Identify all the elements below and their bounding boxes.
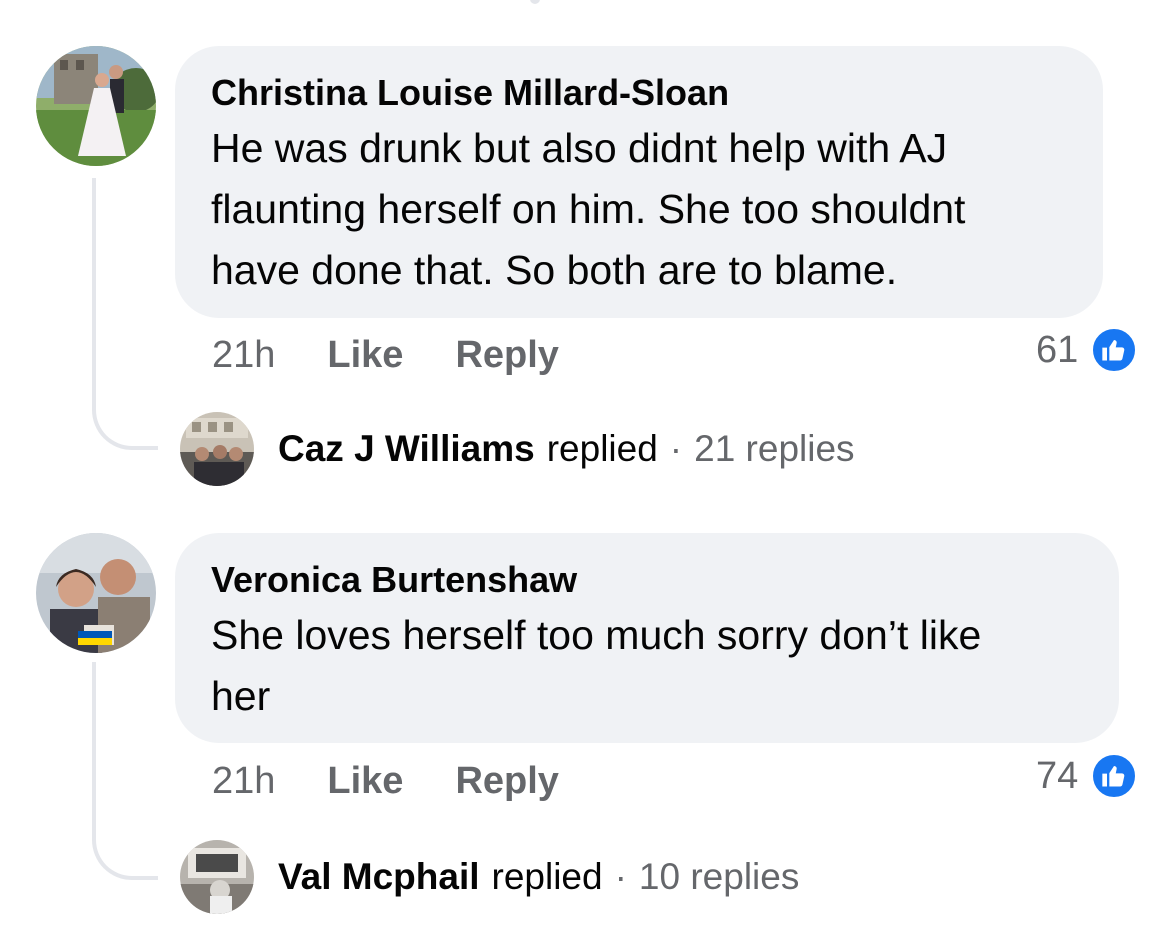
view-replies-link[interactable]: Caz J Williams replied · 21 replies: [278, 428, 855, 470]
avatar[interactable]: [36, 46, 156, 166]
avatar[interactable]: [180, 412, 254, 486]
comment-author[interactable]: Christina Louise Millard-Sloan: [211, 72, 1067, 114]
comment-text: He was drunk but also didnt help with AJ…: [211, 118, 1067, 301]
thread-line: [92, 178, 158, 450]
avatar[interactable]: [36, 533, 156, 653]
separator-dot: ·: [614, 856, 627, 897]
comment-text-line: She loves herself too much sorry don’t l…: [211, 612, 982, 658]
avatar[interactable]: [180, 840, 254, 914]
reply-author: Caz J Williams: [278, 428, 535, 469]
reaction-summary[interactable]: 61: [1036, 326, 1139, 374]
like-icon: [1090, 752, 1139, 800]
comment-text-line: flaunting herself on him. She too should…: [211, 186, 966, 232]
reply-count: 10 replies: [638, 856, 800, 897]
reply-action-text: replied: [546, 428, 658, 469]
thread-connector-dot: [530, 0, 540, 4]
view-replies-link[interactable]: Val Mcphail replied · 10 replies: [278, 856, 799, 898]
reaction-summary[interactable]: 74: [1036, 752, 1139, 800]
reply-action-text: replied: [491, 856, 603, 897]
like-button[interactable]: Like: [327, 760, 403, 803]
comment-actions: 21h Like Reply: [212, 334, 611, 377]
comment-author[interactable]: Veronica Burtenshaw: [211, 559, 1083, 601]
thread-line: [92, 662, 158, 880]
reaction-count: 74: [1036, 754, 1079, 797]
comment-text-line: He was drunk but also didnt help with AJ: [211, 125, 948, 171]
like-icon: [1090, 326, 1139, 374]
comment-timestamp[interactable]: 21h: [212, 334, 275, 377]
reply-count: 21 replies: [694, 428, 855, 469]
reply-button[interactable]: Reply: [455, 334, 558, 377]
reply-button[interactable]: Reply: [455, 760, 558, 803]
reply-author: Val Mcphail: [278, 856, 480, 897]
reaction-count: 61: [1036, 328, 1079, 371]
comment-actions: 21h Like Reply: [212, 760, 611, 803]
comment-text: She loves herself too much sorry don’t l…: [211, 605, 1083, 727]
comment-timestamp[interactable]: 21h: [212, 760, 275, 803]
separator-dot: ·: [669, 428, 683, 469]
comment-text-line: have done that. So both are to blame.: [211, 247, 898, 293]
comment-text-line: her: [211, 673, 271, 719]
comment-bubble: Christina Louise Millard-Sloan He was dr…: [175, 46, 1103, 318]
comment-bubble: Veronica Burtenshaw She loves herself to…: [175, 533, 1119, 743]
like-button[interactable]: Like: [327, 334, 403, 377]
